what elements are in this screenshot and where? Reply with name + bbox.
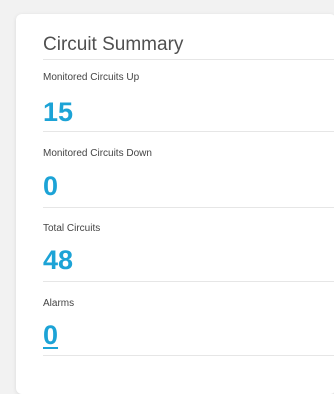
circuit-summary-card: Circuit Summary Monitored Circuits Up 15…: [16, 14, 334, 394]
title-divider: [43, 59, 334, 60]
metric-divider: [43, 355, 334, 356]
metric-value: 48: [43, 245, 74, 275]
metric-label: Monitored Circuits Up: [43, 72, 140, 83]
metric-label: Alarms: [43, 298, 75, 309]
metric-value: 15: [43, 97, 74, 127]
metric-divider: [43, 207, 334, 208]
alarms-count-link[interactable]: 0: [43, 322, 58, 349]
metric-divider: [43, 131, 334, 132]
card-title: Circuit Summary: [43, 34, 184, 55]
metric-value: 0: [43, 171, 59, 201]
metric-label: Total Circuits: [43, 223, 101, 234]
metric-label: Monitored Circuits Down: [43, 148, 152, 159]
metric-divider: [43, 281, 334, 282]
